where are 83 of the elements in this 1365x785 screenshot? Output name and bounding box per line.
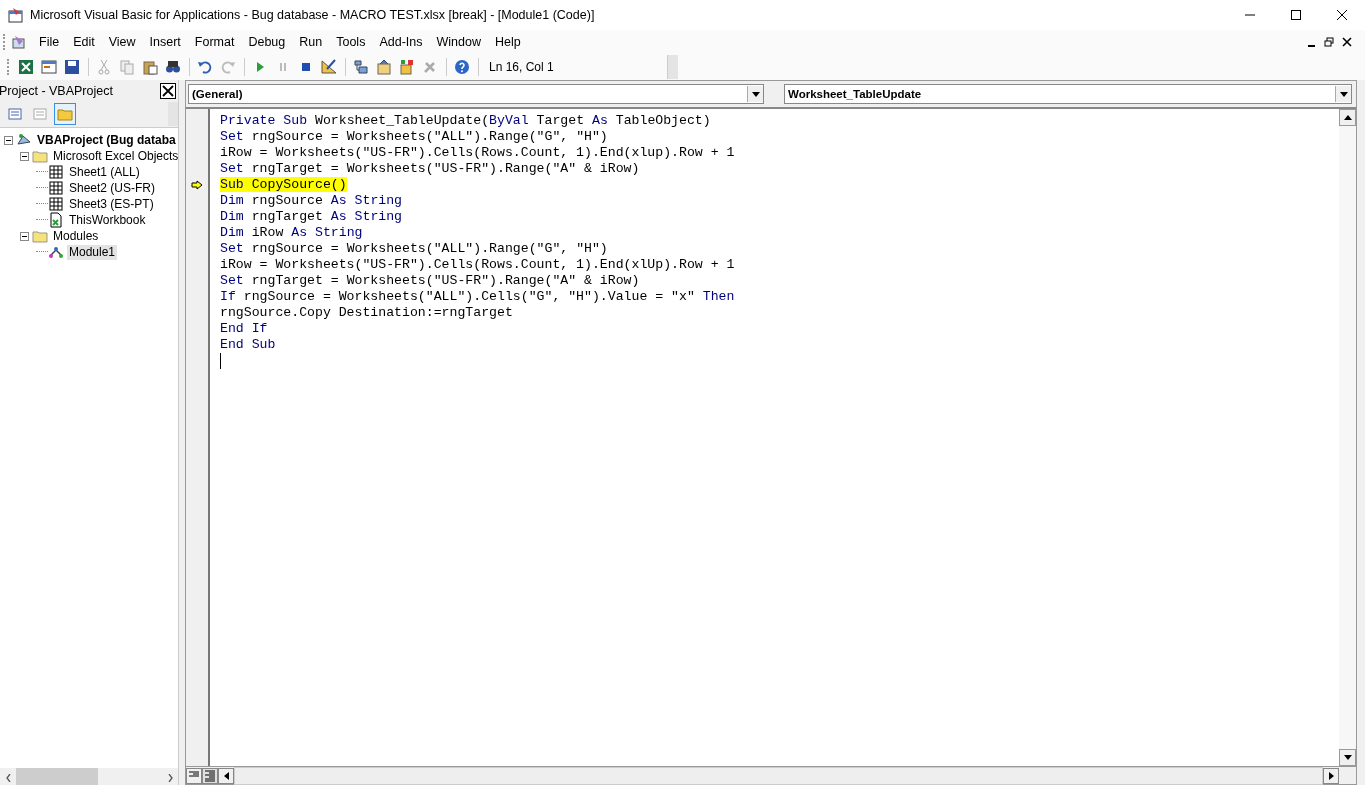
arrow-down-icon xyxy=(1343,755,1352,760)
collapse-toggle[interactable] xyxy=(20,231,29,241)
cursor-position: Ln 16, Col 1 xyxy=(488,60,555,74)
code-line: iRow = Worksheets("US-FR").Cells(Rows.Count, 1).End(xlup).Row + 1 xyxy=(220,145,735,160)
close-icon xyxy=(162,84,174,97)
tree-item[interactable]: VBAProject (Bug databa xyxy=(35,132,178,148)
menu-item[interactable]: Run xyxy=(293,35,331,49)
menu-item[interactable]: Edit xyxy=(67,35,103,49)
scrollbar-thumb[interactable] xyxy=(16,768,98,785)
tree-item[interactable]: Sheet3 (ES-PT) xyxy=(67,196,156,212)
tree-item[interactable]: ThisWorkbook xyxy=(67,212,148,228)
vba-icon xyxy=(11,34,27,50)
code-line: Dim rngSource As String xyxy=(220,193,403,208)
object-dropdown[interactable]: (General) xyxy=(188,84,764,104)
app-icon xyxy=(8,7,24,23)
tree-item[interactable]: Module1 xyxy=(67,244,118,260)
panel-title: Project - VBAProject xyxy=(0,83,114,98)
dropdown-arrow-icon xyxy=(751,91,760,97)
code-line: Set rngTarget = Worksheets("US-FR").Range("A" & iRow) xyxy=(220,161,640,176)
close-button[interactable] xyxy=(160,82,176,99)
close-icon xyxy=(1342,37,1352,47)
code-line: Set rngSource = Worksheets("ALL").Range("G", "H") xyxy=(220,129,608,144)
scroll-down-button[interactable] xyxy=(1339,749,1356,766)
sheet-icon xyxy=(48,196,64,212)
code-line: End Sub xyxy=(220,337,276,352)
code-line: Set rngSource = Worksheets("ALL").Range("G", "H") xyxy=(220,241,608,256)
arrow-left-icon xyxy=(223,771,229,780)
tree-item[interactable]: Modules xyxy=(51,228,101,244)
menu-item[interactable]: Window xyxy=(430,35,489,49)
project-icon xyxy=(16,132,32,148)
arrow-up-icon xyxy=(1343,115,1352,120)
dropdown-arrow-icon xyxy=(1339,91,1348,97)
close-button[interactable] xyxy=(1341,35,1353,49)
code-line: If rngSource = Worksheets("ALL").Cells("G", "H").Value = "x" Then xyxy=(220,289,735,304)
restore-icon xyxy=(1324,37,1334,47)
workbook-icon xyxy=(48,212,64,228)
module-icon xyxy=(48,244,64,260)
chevron-left-icon xyxy=(5,774,11,782)
toolbar-handle[interactable] xyxy=(168,102,178,126)
code-line: Dim iRow As String xyxy=(220,225,363,240)
full-module-view-button[interactable] xyxy=(202,767,218,784)
menu-item[interactable]: Tools xyxy=(330,35,374,49)
code-line: rngSource.Copy Destination:=rngTarget xyxy=(220,305,513,320)
tree-item[interactable]: Sheet1 (ALL) xyxy=(67,164,142,180)
collapse-toggle[interactable] xyxy=(4,135,13,145)
scroll-up-button[interactable] xyxy=(1339,109,1356,126)
menu-item[interactable]: Debug xyxy=(242,35,294,49)
chevron-right-icon xyxy=(167,774,173,782)
execution-arrow-icon xyxy=(191,180,203,190)
menu-item[interactable]: Help xyxy=(488,35,529,49)
toolbar-handle[interactable] xyxy=(667,55,678,79)
scroll-right-button[interactable] xyxy=(1323,767,1339,784)
menu-item[interactable]: Format xyxy=(188,35,243,49)
folder-icon xyxy=(32,148,48,164)
full-module-view-icon xyxy=(204,769,216,782)
sheet-icon xyxy=(48,164,64,180)
procedure-dropdown[interactable]: Worksheet_TableUpdate xyxy=(784,84,1352,104)
window-title: Microsoft Visual Basic for Applications - Bug database - MACRO TEST.xlsx [break] - [Module1 (Code)] xyxy=(30,8,595,22)
arrow-right-icon xyxy=(1328,771,1334,780)
grip-handle[interactable] xyxy=(7,59,12,75)
tree-item[interactable]: Microsoft Excel Objects xyxy=(51,148,181,164)
menu-item[interactable]: View xyxy=(102,35,144,49)
restore-button[interactable] xyxy=(1323,35,1335,49)
sheet-icon xyxy=(48,180,64,196)
menu-item[interactable]: Add-Ins xyxy=(373,35,431,49)
code-line: Private Sub Worksheet_TableUpdate(ByVal Target As TableObject) xyxy=(220,113,711,128)
maximize-icon xyxy=(1290,9,1302,21)
folder-icon xyxy=(32,228,48,244)
procedure-view-button[interactable] xyxy=(186,767,202,784)
minimize-icon xyxy=(1307,45,1315,47)
code-line: Dim rngTarget As String xyxy=(220,209,403,224)
menu-item[interactable]: Insert xyxy=(143,35,189,49)
code-line: End If xyxy=(220,321,268,336)
collapse-toggle[interactable] xyxy=(20,151,29,161)
scroll-left-button[interactable] xyxy=(218,767,234,784)
text-cursor xyxy=(220,353,221,369)
grip-handle[interactable] xyxy=(3,34,8,50)
code-line: iRow = Worksheets("US-FR").Cells(Rows.Count, 1).End(xlUp).Row + 1 xyxy=(220,257,735,272)
toggle-folders-icon[interactable] xyxy=(54,103,76,125)
menu-item[interactable]: File xyxy=(33,35,68,49)
tree-item[interactable]: Sheet2 (US-FR) xyxy=(67,180,158,196)
close-icon xyxy=(1336,9,1348,21)
code-line: Set rngTarget = Worksheets("US-FR").Range("A" & iRow) xyxy=(220,273,640,288)
